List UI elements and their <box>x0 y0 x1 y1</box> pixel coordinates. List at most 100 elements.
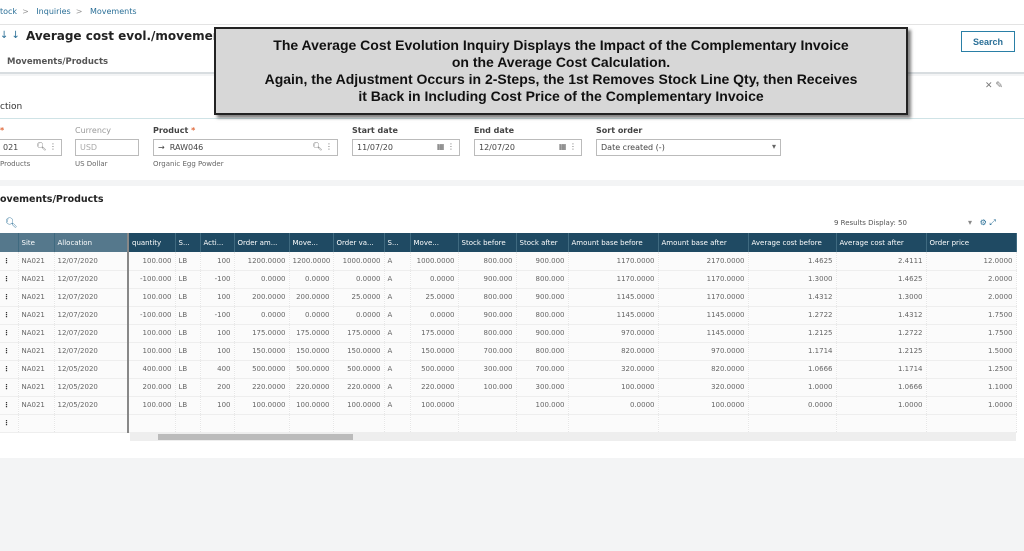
row-menu-icon[interactable]: ⋮ <box>3 257 10 265</box>
table-cell: 1.7500 <box>926 306 1017 325</box>
scrollbar-thumb[interactable] <box>158 434 353 440</box>
search-button[interactable]: Search <box>961 31 1015 52</box>
table-cell: A <box>384 360 411 379</box>
sort-order-select[interactable]: Date created (-) ▾ <box>596 139 781 156</box>
product-field[interactable]: → RAW046 🔍︎ ⋮ <box>153 139 338 156</box>
site-field[interactable]: 021 🔍︎ ⋮ <box>0 139 62 156</box>
row-menu-icon[interactable]: ⋮ <box>3 383 10 391</box>
table-row[interactable]: ⋮ NA021 12/05/2020 200.000 LB 200 220.0000 220.… <box>0 378 1017 397</box>
row-actions[interactable]: ⋮ <box>0 378 19 397</box>
table-cell: 1.4625 <box>836 270 927 289</box>
table-cell: 1.2125 <box>748 324 837 343</box>
table-row[interactable]: ⋮ NA021 12/05/2020 400.000 LB 400 500.0000 500.… <box>0 360 1017 379</box>
table-cell: 100.0000 <box>289 396 334 415</box>
end-date-field[interactable]: 12/07/20 ▦ ⋮ <box>474 139 582 156</box>
tab-movements-products[interactable]: Movements/Products <box>7 57 108 67</box>
start-date-field[interactable]: 11/07/20 ▦ ⋮ <box>352 139 460 156</box>
column-header[interactable]: S... <box>175 233 201 252</box>
table-row[interactable]: ⋮ NA021 12/07/2020 -100.000 LB -100 0.0000 0.00… <box>0 270 1017 289</box>
table-cell <box>410 414 459 433</box>
table-cell: 200.0000 <box>289 288 334 307</box>
settings-icon[interactable]: ⚙ <box>980 218 987 227</box>
row-actions[interactable]: ⋮ <box>0 414 19 433</box>
table-row[interactable]: ⋮ NA021 12/07/2020 -100.000 LB -100 0.0000 0.00… <box>0 306 1017 325</box>
row-menu-icon[interactable]: ⋮ <box>3 293 10 301</box>
row-actions[interactable]: ⋮ <box>0 342 19 361</box>
table-cell: 800.000 <box>516 306 569 325</box>
table-cell: 1.1714 <box>748 342 837 361</box>
column-header[interactable]: Site <box>18 233 55 252</box>
table-row[interactable]: ⋮ NA021 12/07/2020 100.000 LB 100 200.0000 200.… <box>0 288 1017 307</box>
table-row[interactable]: ⋮ NA021 12/07/2020 100.000 LB 100 175.0000 175.… <box>0 324 1017 343</box>
table-cell: LB <box>175 306 201 325</box>
table-cell: LB <box>175 252 201 271</box>
horizontal-scrollbar[interactable] <box>130 433 1016 441</box>
table-row[interactable]: ⋮ NA021 12/07/2020 100.000 LB 100 1200.0000 120… <box>0 252 1017 271</box>
table-cell: 150.0000 <box>289 342 334 361</box>
breadcrumb-inquiries[interactable]: Inquiries <box>36 7 70 16</box>
table-cell: 320.0000 <box>568 360 659 379</box>
column-header[interactable]: Order am... <box>234 233 290 252</box>
column-header[interactable] <box>0 233 19 252</box>
table-cell <box>200 414 235 433</box>
row-actions[interactable]: ⋮ <box>0 360 19 379</box>
row-actions[interactable]: ⋮ <box>0 324 19 343</box>
column-header[interactable]: quantity <box>128 233 176 252</box>
column-header[interactable]: Stock before <box>458 233 517 252</box>
callout-line: it Back in Including Cost Price of the C… <box>358 88 764 104</box>
search-icon[interactable]: 🔍︎ <box>5 218 18 229</box>
expand-icon[interactable]: ⤢ <box>989 218 995 227</box>
table-cell: 100.0000 <box>333 396 385 415</box>
tools-icon[interactable]: ✕ <box>985 81 993 91</box>
row-actions[interactable]: ⋮ <box>0 288 19 307</box>
column-header[interactable]: Move... <box>410 233 459 252</box>
row-actions[interactable]: ⋮ <box>0 396 19 415</box>
row-actions[interactable]: ⋮ <box>0 306 19 325</box>
table-row[interactable]: ⋮ NA021 12/07/2020 100.000 LB 100 150.0000 150.… <box>0 342 1017 361</box>
table-cell: A <box>384 306 411 325</box>
table-cell: LB <box>175 324 201 343</box>
table-cell: 500.0000 <box>234 360 290 379</box>
column-header[interactable]: Acti... <box>200 233 235 252</box>
table-cell <box>333 414 385 433</box>
table-row[interactable]: ⋮ NA021 12/05/2020 100.000 LB 100 100.0000 100.… <box>0 396 1017 415</box>
column-header[interactable]: Order va... <box>333 233 385 252</box>
row-menu-icon[interactable]: ⋮ <box>3 329 10 337</box>
breadcrumb-stock[interactable]: tock <box>0 7 17 16</box>
table-cell: 0.0000 <box>410 270 459 289</box>
table-row[interactable]: ⋮ <box>0 414 1017 433</box>
column-header[interactable]: Amount base after <box>658 233 749 252</box>
table-cell: 800.000 <box>458 288 517 307</box>
download-icon[interactable]: ↓ ↓ <box>0 30 20 41</box>
row-menu-icon[interactable]: ⋮ <box>3 275 10 283</box>
row-menu-icon[interactable]: ⋮ <box>3 311 10 319</box>
section-title: ction <box>0 102 23 112</box>
column-header[interactable]: Order price <box>926 233 1017 252</box>
table-cell: 100.0000 <box>568 378 659 397</box>
row-menu-icon[interactable]: ⋮ <box>3 365 10 373</box>
column-header[interactable]: Move... <box>289 233 334 252</box>
table-cell: 100.000 <box>128 324 176 343</box>
column-header[interactable]: Amount base before <box>568 233 659 252</box>
column-header[interactable]: Average cost after <box>836 233 927 252</box>
table-cell: 1200.0000 <box>289 252 334 271</box>
breadcrumb-movements[interactable]: Movements <box>90 7 137 16</box>
column-header[interactable]: Stock after <box>516 233 569 252</box>
row-menu-icon[interactable]: ⋮ <box>3 347 10 355</box>
row-menu-icon[interactable]: ⋮ <box>3 401 10 409</box>
currency-label: Currency <box>75 126 112 135</box>
row-actions[interactable]: ⋮ <box>0 270 19 289</box>
product-label: Product <box>153 126 189 135</box>
end-date-label: End date <box>474 126 515 135</box>
column-header[interactable]: S... <box>384 233 411 252</box>
row-actions[interactable]: ⋮ <box>0 252 19 271</box>
column-header[interactable]: Allocation <box>54 233 129 252</box>
display-dropdown-icon[interactable]: ▾ <box>968 218 972 227</box>
row-menu-icon[interactable]: ⋮ <box>3 419 10 427</box>
table-cell: 500.0000 <box>289 360 334 379</box>
table-cell <box>234 414 290 433</box>
table-cell: -100.000 <box>128 306 176 325</box>
edit-icon[interactable]: ✎ <box>995 81 1003 91</box>
column-header[interactable]: Average cost before <box>748 233 837 252</box>
table-cell: 400.000 <box>128 360 176 379</box>
